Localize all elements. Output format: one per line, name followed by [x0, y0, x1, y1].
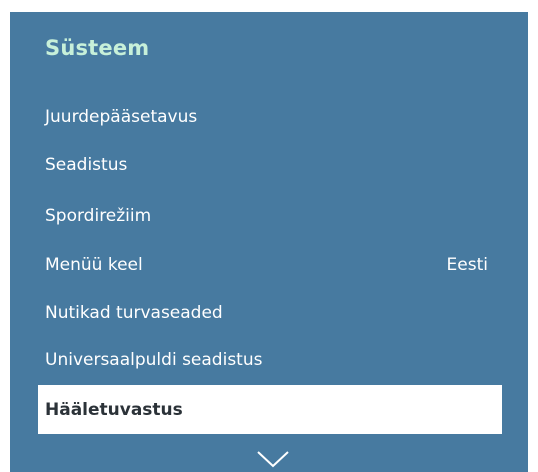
menu-item-seadistus[interactable]: Seadistus [38, 140, 502, 189]
menu-item-universaalpuldi-seadistus[interactable]: Universaalpuldi seadistus [38, 335, 502, 384]
system-menu-panel: Süsteem Juurdepääsetavus Seadistus Spord… [10, 12, 528, 472]
menu-item-label: Hääletuvastus [45, 399, 183, 420]
menu-item-label: Juurdepääsetavus [45, 106, 198, 127]
chevron-down-icon[interactable] [256, 449, 290, 469]
menu-item-label: Universaalpuldi seadistus [45, 349, 263, 370]
menu-item-menuu-keel[interactable]: Menüü keel Eesti [38, 240, 502, 289]
menu-item-juurdepaasetavus[interactable]: Juurdepääsetavus [38, 92, 502, 141]
menu-item-value: Eesti [446, 254, 488, 275]
menu-item-label: Nutikad turvaseaded [45, 302, 223, 323]
menu-item-label: Seadistus [45, 154, 128, 175]
menu-item-nutikad-turvaseaded[interactable]: Nutikad turvaseaded [38, 288, 502, 337]
menu-item-label: Menüü keel [45, 254, 143, 275]
menu-item-haaletuvastus[interactable]: Hääletuvastus [38, 385, 502, 434]
menu-title: Süsteem [45, 36, 150, 60]
menu-item-spordireziim[interactable]: Spordirežiim [38, 191, 502, 240]
menu-item-label: Spordirežiim [45, 205, 152, 226]
